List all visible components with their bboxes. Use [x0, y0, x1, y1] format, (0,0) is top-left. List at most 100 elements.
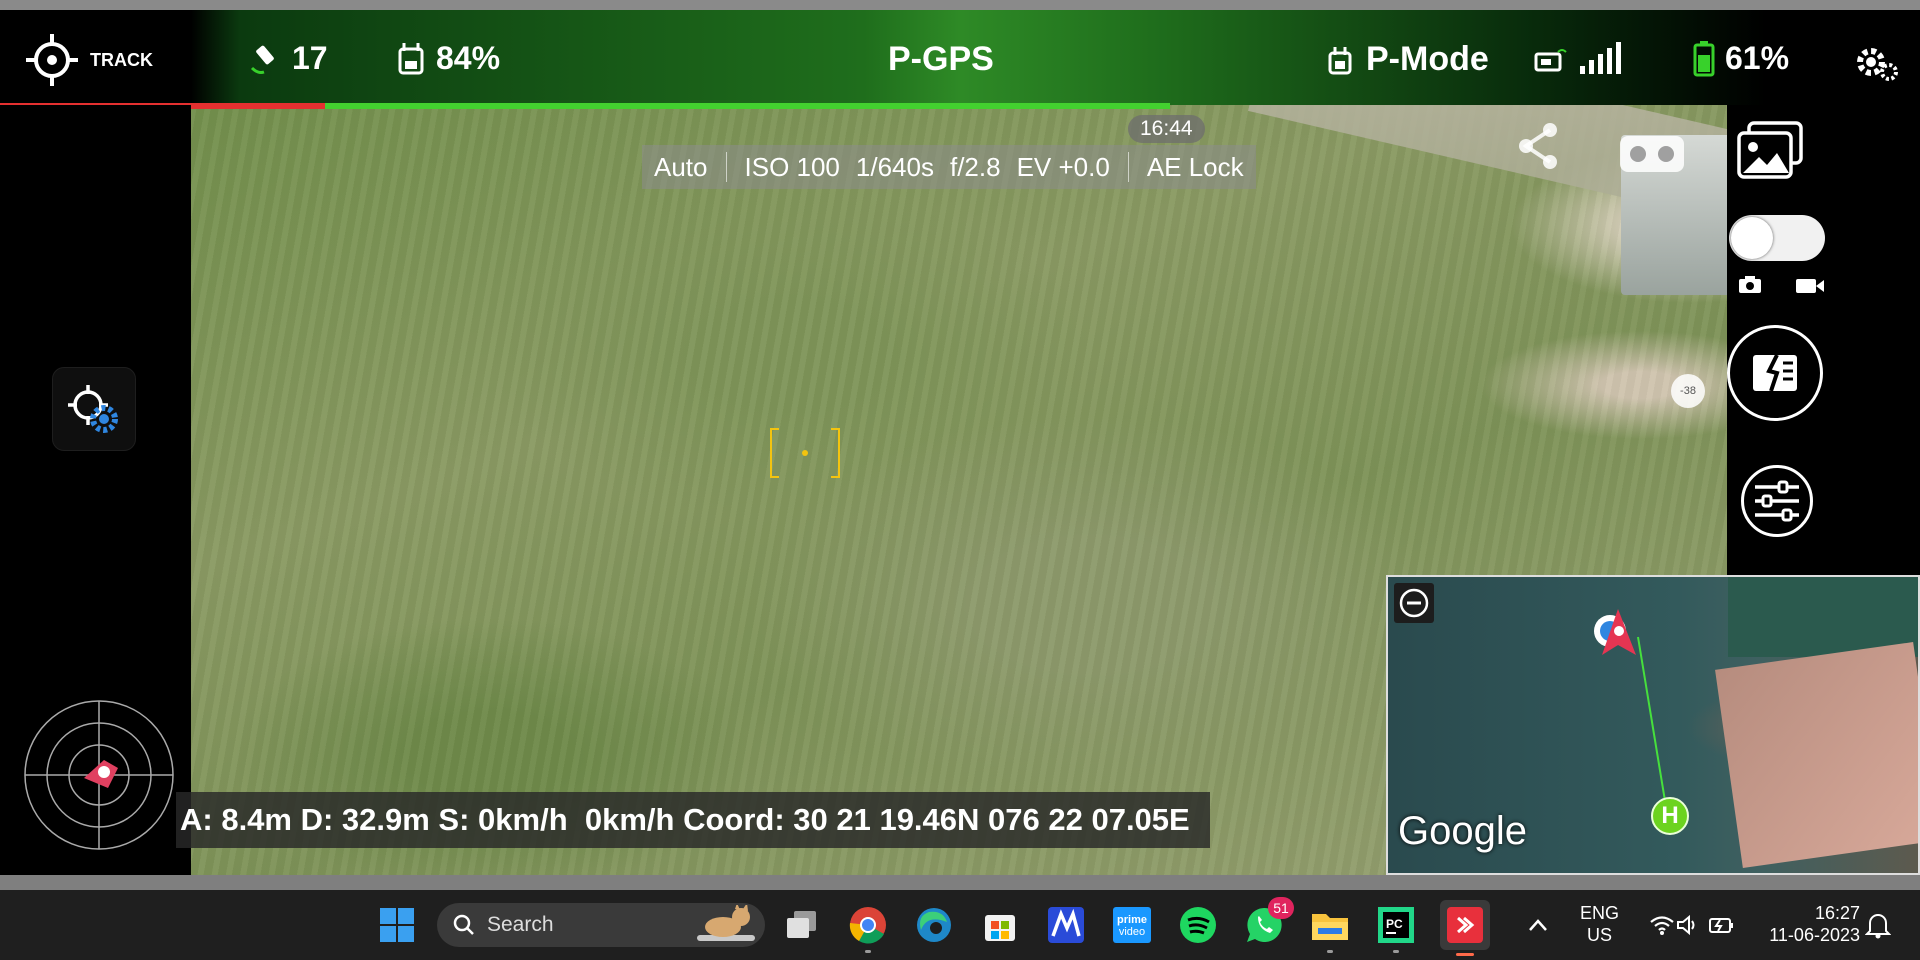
exposure-bar[interactable]: Auto ISO 100 1/640s f/2.8 EV +0.0 AE Loc…	[642, 145, 1256, 189]
prime-video-taskbar-app[interactable]: prime video	[1110, 903, 1154, 947]
chrome-icon	[849, 907, 886, 944]
video-camera-icon	[1796, 279, 1824, 293]
system-clock[interactable]: 16:27 11-06-2023	[1760, 902, 1860, 946]
store-taskbar-app[interactable]	[978, 903, 1022, 947]
show-hidden-icons-button[interactable]	[1516, 903, 1560, 947]
windows-logo-icon	[380, 908, 414, 942]
edge-taskbar-app[interactable]	[912, 903, 956, 947]
capture-icon	[1753, 354, 1797, 392]
search-placeholder: Search	[487, 913, 554, 936]
focus-frame[interactable]	[769, 427, 841, 479]
gear-icon	[1857, 48, 1898, 81]
pycharm-label: PC	[1386, 917, 1403, 931]
speaker-icon	[1677, 914, 1695, 936]
satellite-status: 17	[248, 40, 328, 77]
clock-time: 16:27	[1814, 903, 1860, 923]
camera-icon	[1739, 276, 1761, 293]
top-status-bar: TRACK 17 84% P-GPS P-Mode 61%	[0, 10, 1920, 105]
gallery-button[interactable]	[1735, 119, 1805, 188]
telemetry-readout: A: 8.4m D: 32.9m S: 0km/h 0km/h Coord: 3…	[176, 792, 1210, 848]
minimap-minimize-button[interactable]	[1394, 583, 1434, 623]
signal-bars-icon	[1580, 42, 1621, 74]
running-indicator	[1393, 950, 1399, 953]
notifications-button[interactable]	[1856, 903, 1900, 947]
spotify-taskbar-app[interactable]	[1176, 903, 1220, 947]
keyboard-region: US	[1587, 925, 1613, 945]
flight-mode-label: P-GPS	[888, 40, 994, 78]
taskbar-search[interactable]: Search	[437, 903, 765, 947]
minimap[interactable]: H Google	[1386, 575, 1920, 875]
gallery-icon	[1737, 121, 1803, 179]
iso-value: ISO 100	[744, 151, 840, 182]
right-camera-panel	[1727, 105, 1920, 575]
shutter-button[interactable]	[1727, 325, 1823, 421]
pycharm-icon: PC	[1378, 907, 1414, 943]
search-icon	[453, 914, 474, 935]
drone-marker-icon	[1594, 609, 1636, 655]
file-explorer-taskbar-app[interactable]	[1308, 903, 1352, 953]
search-highlight-cat-icon	[697, 905, 755, 941]
settings-button[interactable]	[1855, 44, 1901, 84]
satellite-count: 17	[292, 40, 328, 76]
language-code: ENG	[1580, 903, 1620, 923]
pilot-mode-label: P-Mode	[1366, 40, 1489, 78]
share-icon	[1519, 123, 1557, 169]
exposure-mode: Auto	[654, 151, 708, 182]
drone-app-icon	[1447, 907, 1483, 943]
whatsapp-taskbar-app[interactable]: 51	[1242, 897, 1294, 947]
share-button[interactable]	[1516, 122, 1560, 175]
task-view-icon	[787, 911, 816, 938]
drone-battery-value: 61%	[1725, 40, 1790, 76]
intelligent-flight-button[interactable]	[52, 367, 136, 451]
spotify-icon	[1180, 907, 1216, 943]
blue-app-icon	[1048, 907, 1084, 943]
ev-value: EV +0.0	[1016, 151, 1110, 182]
bell-icon	[1865, 914, 1891, 939]
attitude-radar	[24, 700, 174, 850]
notification-badge: 51	[1268, 897, 1294, 919]
running-indicator	[1327, 950, 1333, 953]
photo-mode-indicator	[1737, 275, 1763, 300]
task-view-button[interactable]	[780, 903, 824, 947]
rc-battery-value: 84%	[436, 40, 501, 76]
shutter-value: 1/640s	[855, 151, 934, 182]
camera-settings-button[interactable]	[1741, 465, 1813, 537]
toggle-knob	[1731, 217, 1773, 259]
photo-video-toggle[interactable]	[1729, 215, 1825, 261]
target-settings-icon	[68, 385, 118, 433]
satellite-icon	[250, 45, 274, 74]
microsoft-store-icon	[985, 915, 1015, 941]
left-control-panel	[0, 105, 191, 875]
folder-icon	[1312, 914, 1348, 940]
start-button[interactable]	[375, 903, 419, 947]
window-top-border	[0, 0, 1920, 10]
prime-label-2: video	[1119, 926, 1145, 938]
active-indicator	[1456, 953, 1474, 956]
track-button[interactable]: TRACK	[24, 32, 153, 88]
drone-marker	[1588, 605, 1648, 670]
fpv-goggles-button[interactable]	[1618, 130, 1686, 179]
drone-app-taskbar-app[interactable]	[1440, 900, 1490, 956]
drone-app-window: TRACK 17 84% P-GPS P-Mode 61% 16:44 Auto…	[0, 0, 1920, 960]
remote-controller-icon	[398, 42, 424, 74]
rc-signal-icon	[1328, 46, 1352, 74]
pycharm-taskbar-app[interactable]: PC	[1374, 903, 1418, 953]
chrome-taskbar-app[interactable]	[846, 903, 890, 953]
ae-lock-button[interactable]: AE Lock	[1147, 152, 1244, 183]
track-label: TRACK	[90, 49, 153, 70]
clock-date: 11-06-2023	[1769, 925, 1860, 945]
pilot-mode-status[interactable]: P-Mode	[1326, 40, 1489, 79]
chevron-up-icon	[1529, 919, 1547, 931]
video-link-icon	[1534, 49, 1567, 72]
flight-mode: P-GPS	[888, 40, 994, 79]
vr-goggles-icon	[1620, 136, 1684, 172]
aperture-value: f/2.8	[949, 151, 1001, 182]
drone-battery-status: 61%	[1693, 40, 1789, 77]
window-bottom-border	[0, 875, 1920, 890]
battery-tray[interactable]	[1700, 903, 1744, 947]
recording-clock: 16:44	[1128, 115, 1205, 143]
video-mode-indicator	[1795, 277, 1825, 300]
battery-icon	[1693, 40, 1715, 76]
language-indicator[interactable]: ENG US	[1580, 902, 1619, 946]
app-m-taskbar-app[interactable]	[1044, 903, 1088, 947]
